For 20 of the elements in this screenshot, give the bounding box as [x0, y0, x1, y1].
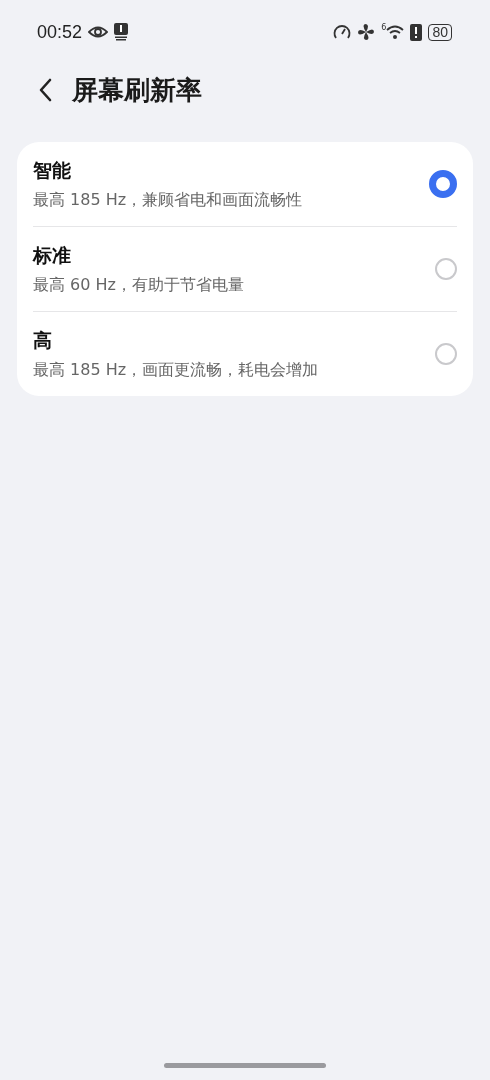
eye-icon: [88, 25, 109, 39]
battery-indicator: 80: [428, 23, 452, 41]
radio-button[interactable]: [429, 170, 457, 198]
fan-icon: [357, 23, 376, 41]
option-description: 最高 185 Hz，兼顾省电和画面流畅性: [33, 189, 303, 211]
option-description: 最高 60 Hz，有助于节省电量: [33, 274, 244, 296]
status-time: 00:52: [37, 21, 83, 43]
radio-button[interactable]: [435, 343, 457, 365]
speedometer-icon: [333, 24, 352, 40]
radio-button[interactable]: [435, 258, 457, 280]
notification-icon: [114, 23, 129, 41]
alert-icon: [410, 23, 423, 41]
wifi-icon: [386, 24, 405, 40]
back-button[interactable]: [38, 78, 52, 102]
option-title: 高: [33, 327, 53, 353]
option-description: 最高 185 Hz，画面更流畅，耗电会增加: [33, 359, 319, 381]
page-title: 屏幕刷新率: [72, 73, 202, 107]
option-title: 智能: [33, 157, 72, 183]
wifi-generation-label: 6: [381, 24, 387, 32]
option-title: 标准: [33, 242, 72, 268]
